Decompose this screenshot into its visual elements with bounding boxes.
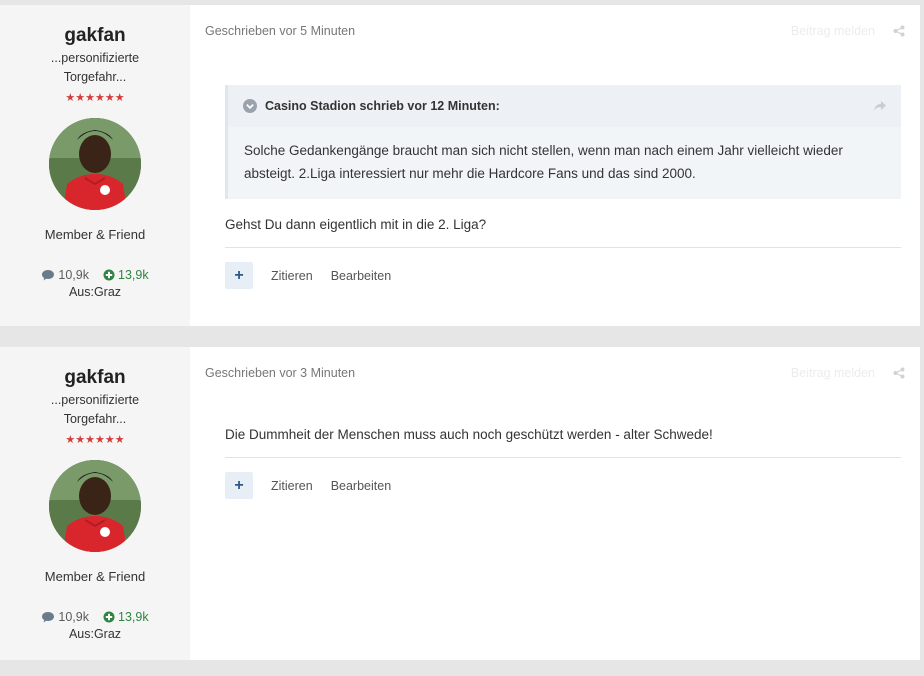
share-icon[interactable] <box>893 25 905 37</box>
quote-header-left: Casino Stadion schrieb vor 12 Minuten: <box>243 99 500 113</box>
post-actions: + Zitieren Bearbeiten <box>225 262 901 289</box>
quote-block: Casino Stadion schrieb vor 12 Minuten: S… <box>225 85 901 199</box>
quote-button[interactable]: Zitieren <box>271 269 313 283</box>
post-content: Geschrieben vor 3 Minuten Beitrag melden… <box>190 347 920 660</box>
quote-text: Solche Gedankengänge braucht man sich ni… <box>244 143 843 181</box>
avatar-image <box>49 460 141 552</box>
plus-circle-icon <box>103 611 115 623</box>
edit-button[interactable]: Bearbeiten <box>331 479 391 493</box>
comment-icon <box>42 612 55 623</box>
reputation: 13,9k <box>103 268 149 282</box>
post-count-value: 10,9k <box>58 610 89 624</box>
plus-circle-icon <box>103 269 115 281</box>
author-title-line: ...personifizierte <box>50 393 140 407</box>
post-date[interactable]: Geschrieben vor 3 Minuten <box>205 366 355 380</box>
author-title-line: Torgefahr... <box>63 70 127 84</box>
reputation: 13,9k <box>103 610 149 624</box>
reputation-value: 13,9k <box>118 610 149 624</box>
comment-icon <box>42 270 55 281</box>
post-meta: Geschrieben vor 3 Minuten Beitrag melden <box>205 347 905 405</box>
post-count-value: 10,9k <box>58 268 89 282</box>
avatar-image <box>49 118 141 210</box>
rank-stars: ★★★★★★ <box>65 92 125 104</box>
rank-stars: ★★★★★★ <box>65 434 125 446</box>
post-text: Gehst Du dann eigentlich mit in die 2. L… <box>225 217 487 232</box>
author-stats: 10,9k 13,9k <box>41 268 149 282</box>
author-title-line: Torgefahr... <box>63 412 127 426</box>
post-body: Die Dummheit der Menschen muss auch noch… <box>205 425 905 499</box>
add-multiquote-button[interactable]: + <box>225 262 253 289</box>
post-count: 10,9k <box>41 268 89 282</box>
author-panel: gakfan ...personifizierte Torgefahr... ★… <box>0 5 190 326</box>
post-actions: + Zitieren Bearbeiten <box>225 472 901 499</box>
avatar[interactable] <box>49 460 141 552</box>
divider <box>225 247 901 248</box>
quote-author[interactable]: Casino Stadion schrieb vor 12 Minuten: <box>265 99 500 113</box>
chevron-down-circle-icon[interactable] <box>243 99 257 113</box>
author-group: Member & Friend <box>44 227 146 242</box>
share-icon[interactable] <box>893 367 905 379</box>
post-date[interactable]: Geschrieben vor 5 Minuten <box>205 24 355 38</box>
post-meta-actions: Beitrag melden <box>791 24 905 38</box>
author-name[interactable]: gakfan <box>64 25 125 47</box>
report-post-link[interactable]: Beitrag melden <box>791 24 875 38</box>
author-title: ...personifizierte Torgefahr... <box>51 391 139 429</box>
post-count: 10,9k <box>41 610 89 624</box>
share-arrow-icon[interactable] <box>873 100 887 112</box>
author-group: Member & Friend <box>44 569 146 584</box>
add-multiquote-button[interactable]: + <box>225 472 253 499</box>
divider <box>225 457 901 458</box>
author-stats: 10,9k 13,9k <box>41 610 149 624</box>
quote-button[interactable]: Zitieren <box>271 479 313 493</box>
author-name[interactable]: gakfan <box>64 367 125 389</box>
post: gakfan ...personifizierte Torgefahr... ★… <box>0 347 920 660</box>
post: gakfan ...personifizierte Torgefahr... ★… <box>0 5 920 326</box>
author-location: Aus:Graz <box>68 285 122 299</box>
author-title: ...personifizierte Torgefahr... <box>51 49 139 87</box>
author-title-line: ...personifizierte <box>50 51 140 65</box>
post-text: Die Dummheit der Menschen muss auch noch… <box>225 427 713 442</box>
author-location: Aus:Graz <box>68 627 122 641</box>
post-content: Geschrieben vor 5 Minuten Beitrag melden <box>190 5 920 326</box>
avatar[interactable] <box>49 118 141 210</box>
author-panel: gakfan ...personifizierte Torgefahr... ★… <box>0 347 190 660</box>
reputation-value: 13,9k <box>118 268 149 282</box>
post-meta-actions: Beitrag melden <box>791 366 905 380</box>
edit-button[interactable]: Bearbeiten <box>331 269 391 283</box>
report-post-link[interactable]: Beitrag melden <box>791 366 875 380</box>
quote-header: Casino Stadion schrieb vor 12 Minuten: <box>228 85 901 127</box>
post-body: Casino Stadion schrieb vor 12 Minuten: S… <box>205 85 905 289</box>
post-meta: Geschrieben vor 5 Minuten Beitrag melden <box>205 5 905 63</box>
